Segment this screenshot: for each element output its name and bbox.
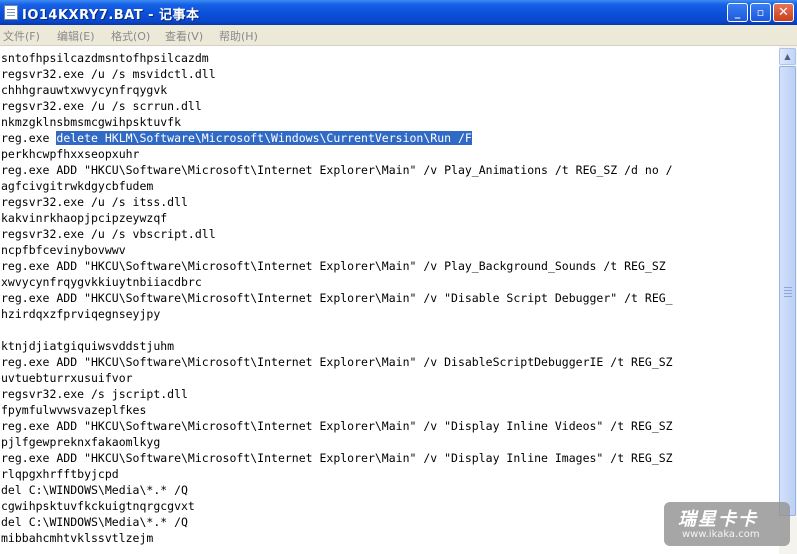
menu-help[interactable]: 帮助(H) [219,28,258,44]
minimize-icon: _ [734,6,741,19]
text-line: uvtuebturrxusuifvor [1,371,133,385]
text-line-with-selection: reg.exe delete HKLM\Software\Microsoft\W… [1,130,673,146]
minimize-button[interactable]: _ [727,3,748,22]
ikaka-watermark: 瑞星卡卡 www.ikaka.com [664,502,790,546]
text-line: xwvycynfrqygvkkiuytnbiiacdbrc [1,275,202,289]
watermark-logo: 瑞星卡卡 [678,509,758,530]
text-line: kakvinrkhaopjpcipzeywzqf [1,211,168,225]
text-line: del C:\WINDOWS\Media\*.* /Q [1,483,188,497]
text-editor[interactable]: sntofhpsilcazdmsntofhpsilcazdm regsvr32.… [0,46,779,554]
grip-line [784,293,792,294]
text-line: ktnjdjiatgiquiwsvddstjuhm [1,339,175,353]
arrow-up-icon: ▲ [784,52,791,61]
maximize-icon: ▫ [756,6,765,19]
maximize-button[interactable]: ▫ [750,3,771,22]
text-lines: sntofhpsilcazdmsntofhpsilcazdm regsvr32.… [1,50,673,546]
notepad-window: IO14KXRY7.BAT - 记事本 _ ▫ ✕ 文件(F) 编辑(E) 格式… [0,0,797,554]
text-line: reg.exe ADD "HKCU\Software\Microsoft\Int… [1,163,673,177]
text-line: reg.exe ADD "HKCU\Software\Microsoft\Int… [1,355,673,369]
grip-line [784,290,792,291]
close-icon: ✕ [778,5,789,20]
text-line: regsvr32.exe /s jscript.dll [1,387,188,401]
text-line: hzirdqxzfprviqegnseyjpy [1,307,161,321]
scroll-up-button[interactable]: ▲ [779,48,796,65]
text-line [1,322,673,338]
text-line: agfcivgitrwkdgycbfudem [1,179,154,193]
close-button[interactable]: ✕ [773,3,794,22]
text-line: del C:\WINDOWS\Media\*.* /Q [1,515,188,529]
menu-edit[interactable]: 编辑(E) [57,28,95,44]
text-line: sntofhpsilcazdmsntofhpsilcazdm [1,51,209,65]
text-line: nkmzgklnsbmsmcgwihpsktuvfk [1,115,182,129]
text-line: rlqpgxhrfftbyjcpd [1,467,119,481]
scroll-thumb[interactable] [779,66,796,516]
text-line: regsvr32.exe /u /s itss.dll [1,195,188,209]
text-line: chhhgrauwtxwvycynfrqygvk [1,83,168,97]
menu-bar: 文件(F) 编辑(E) 格式(O) 查看(V) 帮助(H) [0,25,797,46]
text-line: ncpfbfcevinybovwwv [1,243,126,257]
menu-view[interactable]: 查看(V) [165,28,203,44]
selected-text[interactable]: delete HKLM\Software\Microsoft\Windows\C… [56,131,472,145]
watermark-url: www.ikaka.com [682,529,760,540]
text-line: reg.exe ADD "HKCU\Software\Microsoft\Int… [1,419,673,433]
title-bar[interactable]: IO14KXRY7.BAT - 记事本 _ ▫ ✕ [0,0,797,25]
grip-line [784,296,792,297]
text-line: pjlfgewpreknxfakaomlkyg [1,435,161,449]
text-line: mibbahcmhtvklssvtlzejm [1,531,154,545]
text-line: reg.exe ADD "HKCU\Software\Microsoft\Int… [1,451,673,465]
text-line: regsvr32.exe /u /s vbscript.dll [1,227,216,241]
text-line: fpymfulwvwsvazeplfkes [1,403,147,417]
window-title: IO14KXRY7.BAT - 记事本 [22,8,200,23]
grip-line [784,287,792,288]
text-line: reg.exe ADD "HKCU\Software\Microsoft\Int… [1,291,673,305]
menu-file[interactable]: 文件(F) [3,28,40,44]
text-line: cgwihpsktuvfkckuigtnqrgcgvxt [1,499,195,513]
menu-format[interactable]: 格式(O) [111,28,150,44]
text-line: perkhcwpfhxxseopxuhr [1,147,140,161]
line-prefix: reg.exe [1,131,57,145]
notepad-icon[interactable] [4,5,18,20]
vertical-scrollbar[interactable]: ▲ [779,46,797,554]
text-line: regsvr32.exe /u /s scrrun.dll [1,99,202,113]
text-line: reg.exe ADD "HKCU\Software\Microsoft\Int… [1,259,666,273]
text-line: regsvr32.exe /u /s msvidctl.dll [1,67,216,81]
